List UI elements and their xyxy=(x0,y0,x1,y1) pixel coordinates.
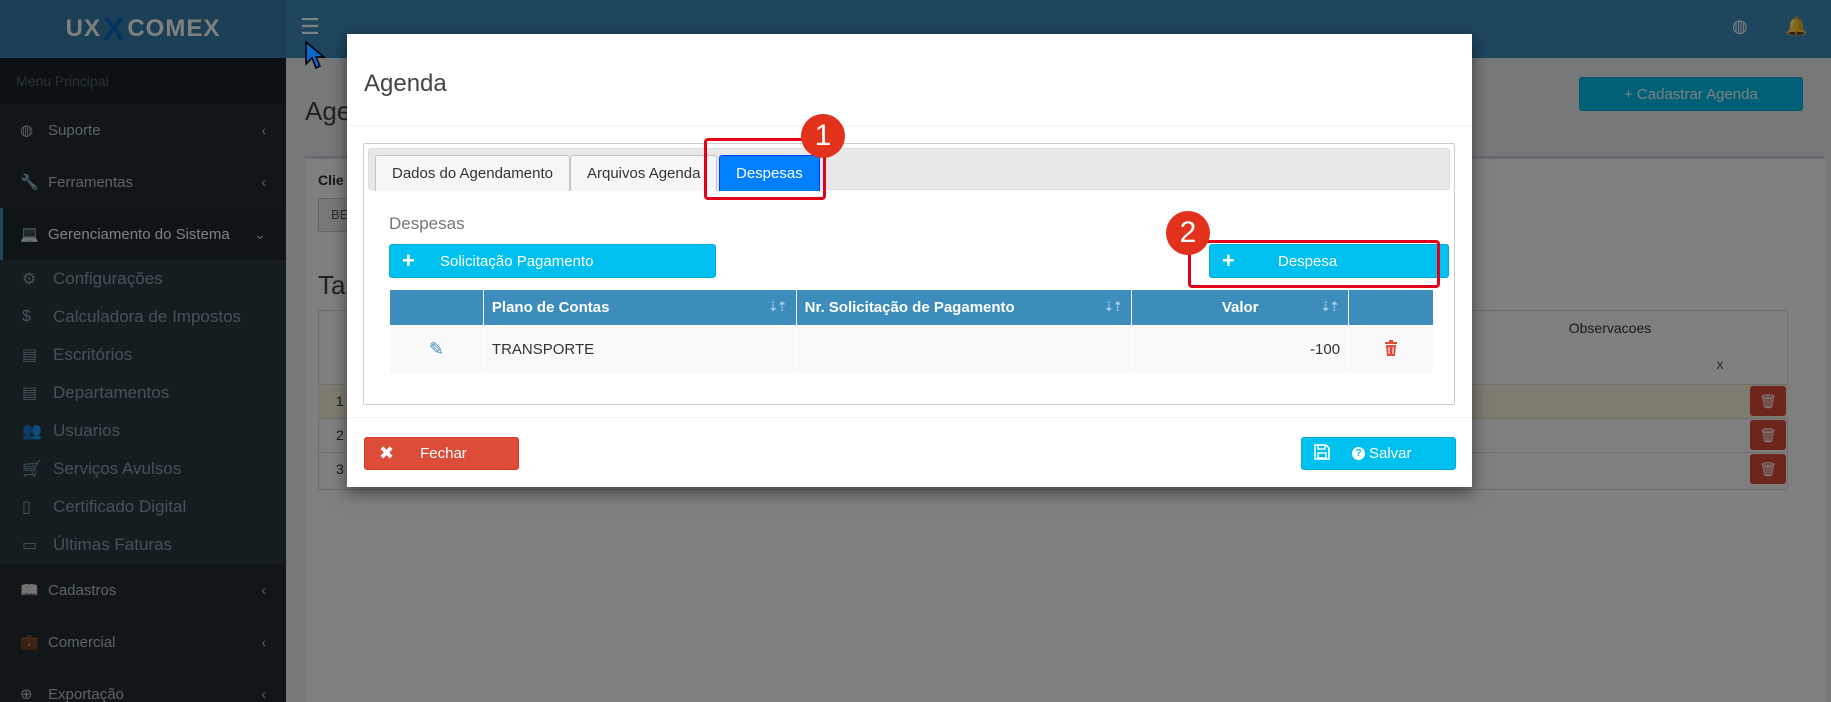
delete-cell xyxy=(1348,325,1434,374)
save-icon xyxy=(1314,443,1330,464)
solicitacao-pagamento-button[interactable]: + Solicitação Pagamento xyxy=(389,244,716,278)
mouse-cursor-icon xyxy=(304,40,327,73)
column-header-plano-contas[interactable]: Plano de Contas ⇣⇡ xyxy=(482,289,797,326)
question-circle-icon: ? xyxy=(1352,447,1365,460)
tab-dados-agendamento[interactable]: Dados do Agendamento xyxy=(375,155,570,191)
tab-bar: Dados do Agendamento Arquivos Agenda Des… xyxy=(368,148,1450,191)
step-badge-1: 1 xyxy=(801,114,845,158)
nr-solicitacao-cell xyxy=(795,325,1133,374)
sort-icon: ⇣⇡ xyxy=(1320,299,1340,314)
close-icon: ✖ xyxy=(379,443,395,463)
highlight-box-despesa-button xyxy=(1188,240,1440,288)
plus-icon: + xyxy=(402,248,415,273)
valor-cell: -100 xyxy=(1131,325,1350,374)
column-header-delete xyxy=(1348,289,1434,326)
edit-icon[interactable]: ✎ xyxy=(398,339,475,360)
plano-contas-cell: TRANSPORTE xyxy=(482,325,797,374)
despesas-section-title: Despesas xyxy=(389,214,465,233)
tab-arquivos-agenda[interactable]: Arquivos Agenda xyxy=(570,155,718,191)
table-row: ✎ TRANSPORTE -100 xyxy=(389,325,1434,374)
edit-cell: ✎ xyxy=(389,325,484,374)
sort-desc-icon: ⇣⇡ xyxy=(767,299,788,314)
sort-icon: ⇣⇡ xyxy=(1103,299,1123,314)
modal-footer: ✖ Fechar ? Salvar xyxy=(347,417,1472,487)
despesas-table: Plano de Contas ⇣⇡ Nr. Solicitação de Pa… xyxy=(389,289,1434,374)
salvar-button[interactable]: ? Salvar xyxy=(1301,437,1456,470)
column-header-nr-solicitacao[interactable]: Nr. Solicitação de Pagamento ⇣⇡ xyxy=(795,289,1133,326)
column-header-actions xyxy=(389,289,484,326)
step-badge-2: 2 xyxy=(1166,211,1210,255)
trash-icon[interactable] xyxy=(1357,339,1425,360)
modal-header: Agenda xyxy=(347,34,1472,126)
modal-title: Agenda xyxy=(364,70,447,97)
fechar-button[interactable]: ✖ Fechar xyxy=(364,437,519,470)
column-header-valor[interactable]: Valor ⇣⇡ xyxy=(1131,289,1350,326)
